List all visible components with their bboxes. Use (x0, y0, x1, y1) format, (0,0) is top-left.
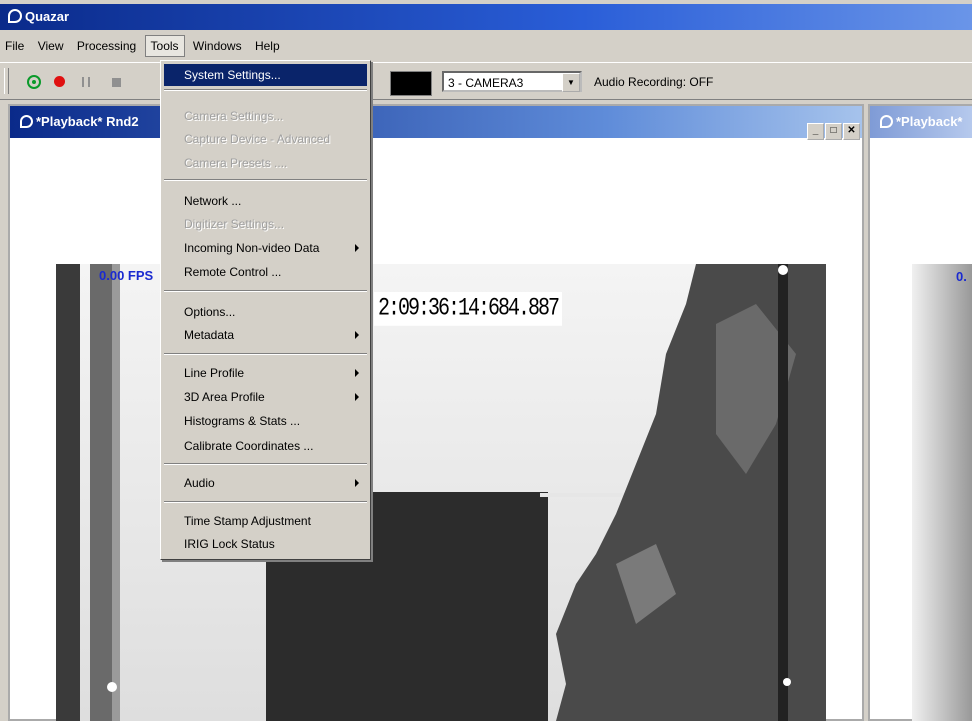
menu-item-capture-device-advanced: Capture Device - Advanced (164, 128, 367, 150)
playback-window-secondary[interactable]: *Playback* 0. (868, 104, 972, 721)
menu-item-label: Capture Device - Advanced (184, 132, 331, 146)
menu-item-line-profile[interactable]: Line Profile (164, 362, 367, 384)
menu-help[interactable]: Help (250, 34, 285, 58)
video-frame-2[interactable]: 0. (912, 264, 972, 721)
menu-item-system-settings[interactable]: System Settings... (164, 64, 367, 86)
menu-item-label: Audio (184, 476, 215, 490)
menu-item-label: System Settings... (184, 68, 281, 82)
menu-item-label: Digitizer Settings... (184, 217, 285, 231)
toolbar-grip[interactable] (4, 68, 9, 94)
quazar-window-2-icon (880, 115, 893, 128)
playback-window-title-bar[interactable]: *Playback* Rnd2 _ □ ✕ (10, 106, 862, 140)
menu-item-label: Line Profile (184, 366, 245, 380)
frame-timestamp: 2:09:36:14:684.887 (374, 292, 563, 326)
stop-icon[interactable] (112, 78, 121, 87)
menu-item-irig-lock-status[interactable]: IRIG Lock Status (164, 533, 367, 555)
menu-separator (164, 353, 367, 355)
menu-item-digitizer-settings: Digitizer Settings... (164, 213, 367, 235)
menu-separator (164, 179, 367, 181)
submenu-arrow-icon (355, 479, 359, 487)
menu-separator (164, 290, 367, 292)
menu-item-time-stamp-adjustment[interactable]: Time Stamp Adjustment (164, 510, 367, 532)
menu-separator (164, 89, 367, 91)
pause-icon[interactable] (82, 77, 90, 87)
menu-item-network[interactable]: Network ... (164, 190, 367, 212)
menu-separator (164, 501, 367, 503)
menu-item-label: Remote Control ... (184, 265, 282, 279)
quazar-logo-icon (8, 9, 22, 23)
playback-window-title: *Playback* Rnd2 (36, 114, 139, 129)
submenu-arrow-icon (355, 393, 359, 401)
menu-item-label: Camera Presets .... (184, 156, 288, 170)
menu-bar: File View Processing Tools Windows Help (0, 34, 972, 58)
window-controls: _ □ ✕ (806, 113, 860, 145)
menu-item-camera-presets: Camera Presets .... (164, 152, 367, 174)
menu-item-options[interactable]: Options... (164, 301, 367, 323)
color-swatch[interactable] (390, 71, 432, 96)
tools-menu: System Settings... Camera Settings... Ca… (160, 60, 371, 560)
menu-item-label: Incoming Non-video Data (184, 241, 320, 255)
menu-item-histograms-stats[interactable]: Histograms & Stats ... (164, 410, 367, 432)
menu-view[interactable]: View (33, 34, 69, 58)
menu-item-label: Time Stamp Adjustment (184, 514, 311, 528)
menu-item-label: Calibrate Coordinates ... (184, 439, 314, 453)
menu-item-incoming-non-video-data[interactable]: Incoming Non-video Data (164, 237, 367, 259)
menu-item-remote-control[interactable]: Remote Control ... (164, 261, 367, 283)
app-title-bar: Quazar (0, 4, 972, 30)
menu-item-3d-area-profile[interactable]: 3D Area Profile (164, 386, 367, 408)
menu-windows[interactable]: Windows (188, 34, 247, 58)
maximize-button[interactable]: □ (825, 123, 842, 140)
playback-window-2-title-bar[interactable]: *Playback* (870, 106, 972, 138)
playback-window-primary[interactable]: *Playback* Rnd2 _ □ ✕ 0.00 FPS 2:09:36:1… (8, 104, 864, 721)
menu-item-calibrate-coordinates[interactable]: Calibrate Coordinates ... (164, 435, 367, 457)
menu-item-metadata[interactable]: Metadata (164, 324, 367, 346)
menu-file[interactable]: File (0, 34, 29, 58)
menu-item-label: Camera Settings... (184, 109, 284, 123)
menu-processing[interactable]: Processing (72, 34, 141, 58)
menu-item-label: IRIG Lock Status (184, 537, 275, 551)
camera-select-value: 3 - CAMERA3 (448, 76, 524, 90)
menu-item-label: Network ... (184, 194, 242, 208)
playback-window-2-title: *Playback* (896, 114, 963, 129)
menu-item-label: Options... (184, 305, 236, 319)
menu-separator (164, 463, 367, 465)
camera-select[interactable]: 3 - CAMERA3 ▼ (442, 71, 582, 92)
submenu-arrow-icon (355, 244, 359, 252)
submenu-arrow-icon (355, 331, 359, 339)
record-icon[interactable] (54, 76, 65, 87)
menu-item-audio[interactable]: Audio (164, 472, 367, 494)
menu-tools[interactable]: Tools (144, 35, 185, 57)
app-title: Quazar (25, 9, 70, 24)
toolbar: 3 - CAMERA3 ▼ Audio Recording: OFF (0, 62, 972, 100)
audio-recording-status: Audio Recording: OFF (594, 75, 714, 89)
menu-item-label: Metadata (184, 328, 235, 342)
menu-item-label: Histograms & Stats ... (184, 414, 301, 428)
menu-item-label: 3D Area Profile (184, 390, 265, 404)
fps-readout-2: 0. (956, 269, 967, 284)
menu-item-camera-settings: Camera Settings... (164, 105, 367, 127)
start-capture-icon[interactable] (27, 75, 41, 89)
minimize-button[interactable]: _ (807, 123, 824, 140)
close-button[interactable]: ✕ (843, 123, 860, 140)
submenu-arrow-icon (355, 369, 359, 377)
fps-readout: 0.00 FPS (99, 268, 154, 283)
chevron-down-icon[interactable]: ▼ (562, 73, 580, 92)
quazar-window-icon (20, 115, 33, 128)
